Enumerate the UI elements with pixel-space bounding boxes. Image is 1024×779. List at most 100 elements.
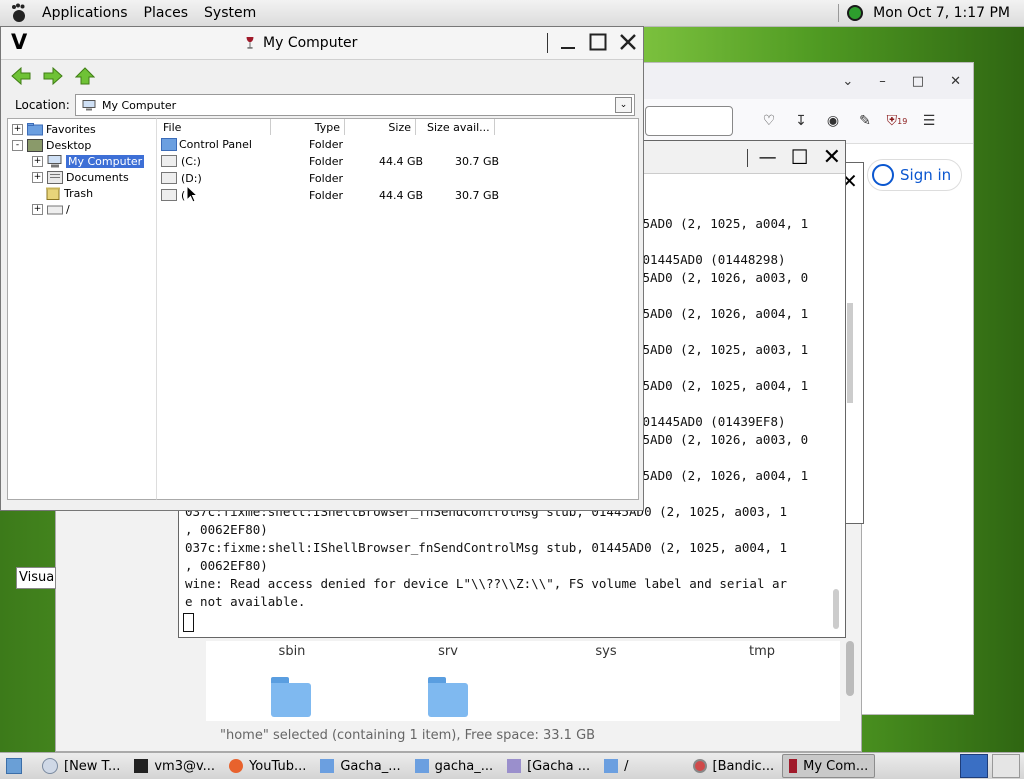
folder-tree[interactable]: + Favorites - Desktop + My Computer + Do… <box>7 118 157 500</box>
extensions-icon[interactable]: ✎ <box>857 113 873 129</box>
back-arrow-icon[interactable] <box>11 67 31 85</box>
tree-item-documents[interactable]: + Documents <box>32 169 129 185</box>
close-icon[interactable]: ✕ <box>950 74 961 89</box>
expander[interactable]: - <box>12 139 23 151</box>
workspace-2[interactable] <box>992 754 1020 778</box>
expander[interactable]: + <box>32 155 43 167</box>
column-header-size[interactable]: Size <box>346 119 416 135</box>
maximize-icon[interactable] <box>587 31 609 53</box>
taskbar-item[interactable]: / <box>598 755 634 777</box>
tooltip: Visua <box>16 567 56 589</box>
table-row[interactable]: (C:) Folder 44.4 GB 30.7 GB <box>157 153 637 170</box>
folder-label-sys[interactable]: sys <box>576 644 636 659</box>
taskbar-item-active[interactable]: My Com... <box>782 754 876 778</box>
table-row[interactable]: Control Panel Folder <box>157 136 637 153</box>
taskbar-item[interactable]: YouTub... <box>223 755 312 777</box>
file-size-avail: 30.7 GB <box>455 155 500 168</box>
folder-icon[interactable] <box>428 677 468 717</box>
terminal-line: e not available. <box>185 594 306 609</box>
file-name: Control Panel <box>179 138 252 151</box>
taskbar-item[interactable]: vm3@v... <box>128 755 221 777</box>
terminal-cursor <box>183 613 194 632</box>
folder-label-srv[interactable]: srv <box>418 644 478 659</box>
folder-label-tmp[interactable]: tmp <box>732 644 792 659</box>
file-type: Folder <box>309 138 343 151</box>
computer-icon <box>47 154 62 167</box>
workspace-1[interactable] <box>960 754 988 778</box>
folder-icon <box>604 759 619 773</box>
scrollbar[interactable] <box>847 303 853 403</box>
chevron-down-icon[interactable]: ⌄ <box>615 97 632 113</box>
wine-explorer-window[interactable]: V My Computer Location: My Computer ⌄ + … <box>0 26 644 511</box>
tree-item-trash[interactable]: Trash <box>45 185 93 201</box>
gnome-foot-icon[interactable] <box>8 2 30 24</box>
tree-label: / <box>66 202 70 216</box>
close-icon[interactable] <box>617 31 639 53</box>
restore-icon[interactable]: □ <box>912 74 924 89</box>
show-desktop-button[interactable] <box>0 755 34 777</box>
account-icon[interactable]: ◉ <box>825 113 841 129</box>
maximize-icon[interactable]: ☐ <box>791 145 809 169</box>
column-header-file[interactable]: File <box>163 119 271 135</box>
taskbar-item[interactable]: Gacha_... <box>314 755 406 777</box>
clock[interactable]: Mon Oct 7, 1:17 PM <box>873 5 1010 21</box>
sign-in-button[interactable]: Sign in <box>867 159 963 191</box>
table-row[interactable]: ( Folder 44.4 GB 30.7 GB <box>157 187 637 204</box>
hamburger-menu-icon[interactable]: ☰ <box>921 113 937 129</box>
expander[interactable]: + <box>32 203 43 215</box>
minimize-icon[interactable]: — <box>759 147 777 168</box>
menu-system[interactable]: System <box>196 5 264 21</box>
location-label: Location: <box>15 98 70 112</box>
taskbar-item[interactable]: [Gacha ... <box>501 755 596 777</box>
folder-icon <box>414 759 429 773</box>
cdrom-icon <box>161 172 177 184</box>
folder-label-sbin[interactable]: sbin <box>262 644 322 659</box>
column-header-size-avail[interactable]: Size avail... <box>417 119 495 135</box>
drive-icon <box>161 155 177 167</box>
minimize-icon[interactable]: – <box>879 74 886 89</box>
folder-icon <box>27 122 43 135</box>
taskbar-item[interactable]: gacha_... <box>409 755 499 777</box>
network-status-icon[interactable] <box>847 5 864 21</box>
file-size: 44.4 GB <box>379 189 424 202</box>
drive-icon <box>161 189 177 201</box>
close-icon[interactable]: ✕ <box>823 145 841 170</box>
table-row[interactable]: (D:) Folder <box>157 170 637 187</box>
up-arrow-icon[interactable] <box>75 67 95 85</box>
scrollbar[interactable] <box>846 641 854 696</box>
scrollbar[interactable] <box>833 589 839 629</box>
ublock-icon[interactable]: ⛨ 19 <box>887 113 908 129</box>
expander[interactable]: + <box>12 123 23 135</box>
window-title: My Computer <box>1 35 601 51</box>
menu-places[interactable]: Places <box>136 5 197 21</box>
tree-item-root[interactable]: + / <box>32 201 70 217</box>
pocket-icon[interactable]: ♡ <box>761 113 777 129</box>
title-separator <box>747 149 748 167</box>
computer-icon <box>82 99 96 110</box>
wine-glass-icon <box>789 759 798 773</box>
tree-item-my-computer[interactable]: + My Computer <box>32 153 145 169</box>
window-title-text: My Computer <box>263 35 358 51</box>
file-list[interactable]: File Type Size Size avail... Control Pan… <box>156 118 639 500</box>
tree-item-favorites[interactable]: + Favorites <box>12 121 96 137</box>
folder-icon[interactable] <box>271 677 311 717</box>
location-value: My Computer <box>102 98 177 112</box>
tree-label: My Computer <box>66 154 145 168</box>
file-name: ( <box>181 189 186 202</box>
menu-applications[interactable]: Applications <box>34 5 136 21</box>
file-size: 44.4 GB <box>379 155 424 168</box>
taskbar: [New T... vm3@v... YouTub... Gacha_... g… <box>0 752 1024 779</box>
mouse-pointer-icon <box>186 185 198 203</box>
minimize-icon[interactable] <box>557 31 579 53</box>
folder-icon <box>320 759 335 773</box>
location-combobox[interactable]: My Computer ⌄ <box>75 94 635 116</box>
expander[interactable]: + <box>32 171 43 183</box>
column-header-type[interactable]: Type <box>271 119 345 135</box>
taskbar-item[interactable]: [Bandic... <box>687 755 781 777</box>
download-icon[interactable]: ↧ <box>793 113 809 129</box>
tree-item-desktop[interactable]: - Desktop <box>12 137 91 153</box>
chevron-down-icon[interactable]: ⌄ <box>842 74 853 89</box>
forward-arrow-icon[interactable] <box>43 67 63 85</box>
url-bar[interactable] <box>645 106 733 136</box>
taskbar-item[interactable]: [New T... <box>36 755 126 777</box>
